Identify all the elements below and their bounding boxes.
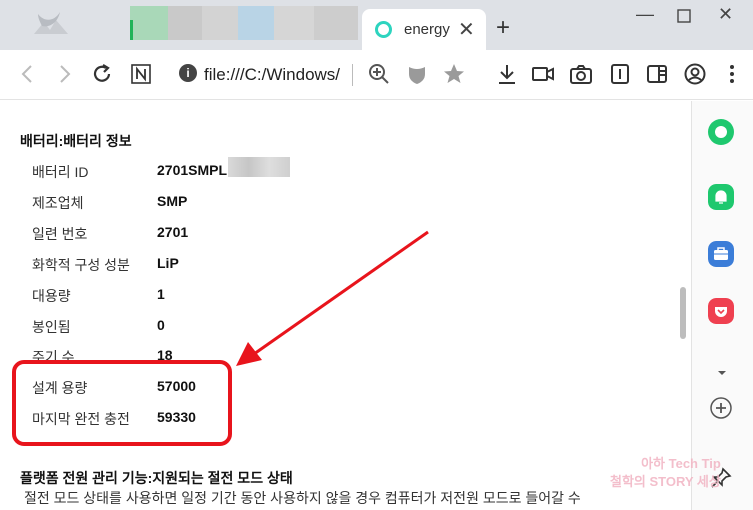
active-tab-title: energy [404, 21, 450, 38]
notification-bell-icon[interactable] [708, 184, 734, 210]
power-section-title: 플랫폼 전원 관리 기능:지원되는 절전 모드 상태 [20, 470, 293, 486]
row-label: 배터리 ID [32, 164, 89, 180]
more-menu-icon[interactable] [720, 62, 744, 86]
minimize-button[interactable]: ― [636, 4, 654, 25]
new-tab-button[interactable]: + [496, 14, 510, 42]
row-label: 일련 번호 [32, 226, 88, 242]
download-icon[interactable] [495, 62, 519, 86]
sidebar-toggle-icon[interactable] [645, 62, 669, 86]
scrollbar-thumb[interactable] [680, 287, 686, 339]
row-label: 화학적 구성 성분 [32, 257, 130, 273]
briefcase-icon[interactable] [708, 241, 734, 267]
browser-logo-icon [34, 12, 68, 34]
reader-icon[interactable] [608, 62, 632, 86]
naver-icon[interactable] [129, 62, 153, 86]
row-label: 제조업체 [32, 195, 84, 211]
row-label: 대용량 [32, 288, 71, 304]
row-value: 0 [157, 317, 165, 333]
address-bar[interactable]: file:///C:/Windows/ [204, 65, 352, 85]
row-value: 2701SMPL [157, 162, 228, 178]
active-tab[interactable]: energy ✕ [362, 9, 486, 50]
forward-icon[interactable] [52, 62, 76, 86]
tab-favicon-icon [375, 21, 392, 38]
expand-down-icon[interactable] [717, 369, 727, 377]
inactive-tabs[interactable] [130, 6, 358, 40]
green-circle-app-icon[interactable] [708, 119, 734, 145]
row-value: SMP [157, 193, 188, 209]
profile-icon[interactable] [683, 62, 707, 86]
watermark-line-2: 철학의 STORY 세상 [610, 474, 721, 489]
toolbar: i file:///C:/Windows/ [0, 50, 753, 100]
video-icon[interactable] [531, 62, 555, 86]
row-label: 봉인됨 [32, 319, 71, 335]
add-sidebar-app-icon[interactable] [710, 397, 732, 419]
zoom-icon[interactable] [367, 62, 391, 86]
reload-icon[interactable] [90, 62, 114, 86]
battery-section-title: 배터리:배터리 정보 [20, 133, 132, 149]
pocket-icon[interactable] [708, 298, 734, 324]
camera-icon[interactable] [569, 62, 593, 86]
close-window-button[interactable]: ✕ [718, 4, 733, 25]
row-value: 1 [157, 286, 165, 302]
row-value: LiP [157, 255, 179, 271]
tab-close-icon[interactable]: ✕ [458, 17, 475, 42]
right-sidebar [691, 101, 753, 510]
back-icon[interactable] [16, 62, 40, 86]
watermark-line-1: 아하 Tech Tip [641, 456, 721, 471]
highlight-box [12, 360, 232, 446]
row-value: 2701 [157, 224, 189, 240]
maximize-button[interactable] [677, 4, 691, 28]
redacted-block [228, 157, 290, 177]
watermark: 아하 Tech Tip 철학의 STORY 세상 [610, 455, 721, 491]
tab-strip: energy ✕ + ― ✕ [0, 0, 753, 50]
shield-icon[interactable] [405, 62, 429, 86]
site-info-icon[interactable]: i [179, 64, 197, 82]
bookmark-star-icon[interactable] [442, 62, 466, 86]
page-content: 배터리:배터리 정보 배터리 ID 2701SMPL 제조업체 SMP 일련 번… [0, 101, 691, 510]
power-section-description: 절전 모드 상태를 사용하면 일정 기간 동안 사용하지 않을 경우 컴퓨터가 … [24, 490, 581, 506]
